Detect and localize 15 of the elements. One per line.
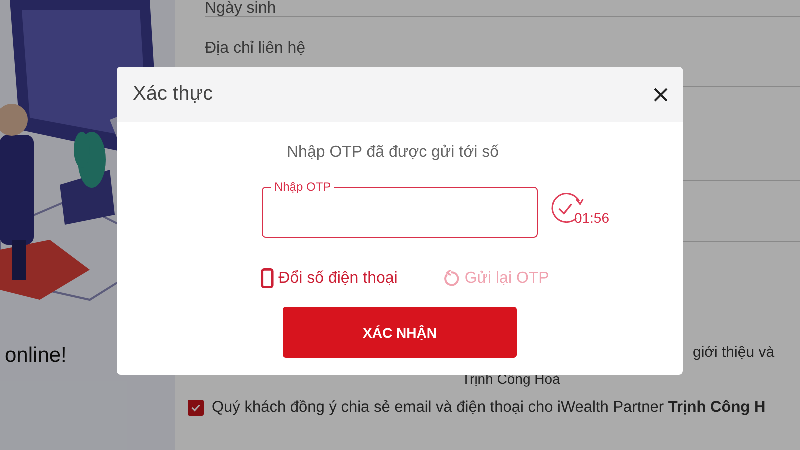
field-label: Ngày sinh [205,0,276,18]
consent-text: Quý khách đồng ý chia sẻ email và điện thoại cho iWealth Partner Trịnh Công H [212,399,766,417]
change-phone-link[interactable]: Đổi số điện thoại [260,268,398,289]
instruction-text: Nhập OTP đã được gửi tới số [287,144,499,162]
intro-text: giới thiệu và [692,344,776,361]
tagline: online! [4,343,68,368]
phone-icon [260,268,274,289]
dialog-title: Xác thực [133,83,214,106]
otp-field[interactable]: Nhập OTP [262,180,538,238]
confirm-button[interactable]: XÁC NHẬN [283,307,517,358]
countdown: 01:56 [574,210,610,226]
check-icon [190,402,202,414]
checkbox[interactable] [188,400,204,416]
field-label: Địa chỉ liên hệ [205,40,306,58]
refresh-icon [442,270,460,288]
